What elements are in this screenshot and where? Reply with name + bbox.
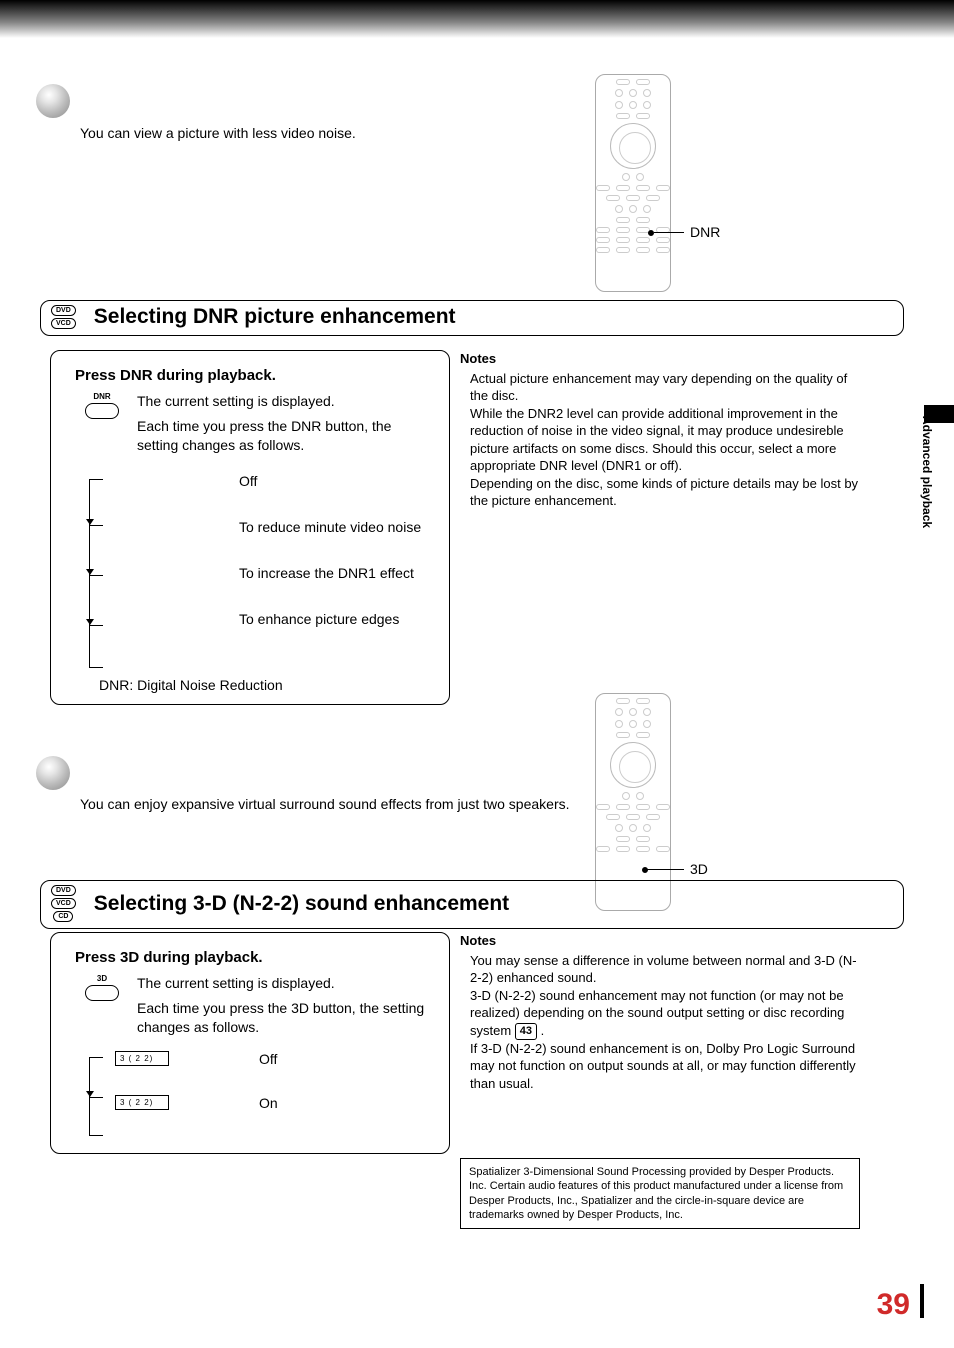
instr-line1-3d: The current setting is displayed. <box>137 974 435 993</box>
sphere-icon <box>36 84 70 118</box>
callout-label-3d: 3D <box>690 861 708 877</box>
notes-heading: Notes <box>460 350 860 368</box>
threeD-state-on: On <box>259 1095 278 1111</box>
note-dnr-0: Actual picture enhancement may vary depe… <box>470 370 860 405</box>
badge-dvd: DVD <box>51 885 76 896</box>
top-gradient <box>0 0 954 38</box>
instr-line2-3d: Each time you press the 3D button, the s… <box>137 999 435 1037</box>
callout-line <box>654 232 684 233</box>
section-heading-dnr: DVD VCD Selecting DNR picture enhancemen… <box>40 300 904 336</box>
intro-sound-text: You can enjoy expansive virtual surround… <box>80 796 570 812</box>
page-ref-box: 43 <box>515 1023 537 1040</box>
disc-badges: DVD VCD CD <box>51 885 76 922</box>
notes-dnr: Notes Actual picture enhancement may var… <box>460 350 860 510</box>
page-number: 39 <box>877 1288 910 1322</box>
intro-dnr-text: You can view a picture with less video n… <box>80 125 356 141</box>
remote-illustration-dnr <box>595 74 671 292</box>
threeD-button-icon: 3D <box>85 974 119 1001</box>
notes-heading-3d: Notes <box>460 932 860 950</box>
instruction-box-dnr: Press DNR during playback. DNR The curre… <box>50 350 450 705</box>
instr-title-dnr: Press DNR during playback. <box>75 367 435 384</box>
badge-vcd: VCD <box>51 318 76 329</box>
remote-illustration-3d <box>595 693 671 911</box>
threeD-button-label: 3D <box>97 974 107 983</box>
page: You can view a picture with less video n… <box>0 0 954 1348</box>
instruction-box-3d: Press 3D during playback. 3D The current… <box>50 932 450 1154</box>
notes-3d: Notes You may sense a difference in volu… <box>460 932 860 1092</box>
note-dnr-1: While the DNR2 level can provide additio… <box>470 405 860 475</box>
section-title-3d: Selecting 3-D (N-2-2) sound enhancement <box>94 892 509 916</box>
state-box-on: 3 ( 2 2) <box>115 1095 169 1110</box>
dnr-state-2: To increase the DNR1 effect <box>239 565 414 581</box>
note-3d-1: 3-D (N-2-2) sound enhancement may not fu… <box>470 987 860 1040</box>
note-3d-2: If 3-D (N-2-2) sound enhancement is on, … <box>470 1040 860 1093</box>
sidebar-chapter-label: Advanced playback <box>920 416 934 528</box>
badge-cd: CD <box>53 911 73 922</box>
threeD-state-off: Off <box>259 1051 277 1067</box>
trademark-box: Spatializer 3-Dimensional Sound Processi… <box>460 1158 860 1229</box>
dnr-button-label: DNR <box>93 392 110 401</box>
disc-badges: DVD VCD <box>51 305 76 329</box>
threeD-button-marker <box>642 867 648 873</box>
page-number-bar <box>920 1284 924 1318</box>
dnr-state-3: To enhance picture edges <box>239 611 399 627</box>
note-3d-0: You may sense a difference in volume bet… <box>470 952 860 987</box>
callout-line <box>646 869 684 870</box>
dnr-state-off: Off <box>239 473 257 489</box>
badge-dvd: DVD <box>51 305 76 316</box>
instr-line2-dnr: Each time you press the DNR button, the … <box>137 417 435 455</box>
state-box-off: 3 ( 2 2) <box>115 1051 169 1066</box>
section-title-dnr: Selecting DNR picture enhancement <box>94 305 456 329</box>
dnr-button-marker <box>648 230 654 236</box>
note-3d-1b: . <box>541 1023 545 1038</box>
instr-title-3d: Press 3D during playback. <box>75 949 435 966</box>
note-dnr-2: Depending on the disc, some kinds of pic… <box>470 475 860 510</box>
dnr-footnote: DNR: Digital Noise Reduction <box>99 677 435 693</box>
callout-label-dnr: DNR <box>690 224 720 240</box>
dnr-state-1: To reduce minute video noise <box>239 519 421 535</box>
sphere-icon <box>36 756 70 790</box>
instr-line1-dnr: The current setting is displayed. <box>137 392 435 411</box>
dnr-button-icon: DNR <box>85 392 119 419</box>
badge-vcd: VCD <box>51 898 76 909</box>
section-heading-3d: DVD VCD CD Selecting 3-D (N-2-2) sound e… <box>40 880 904 929</box>
